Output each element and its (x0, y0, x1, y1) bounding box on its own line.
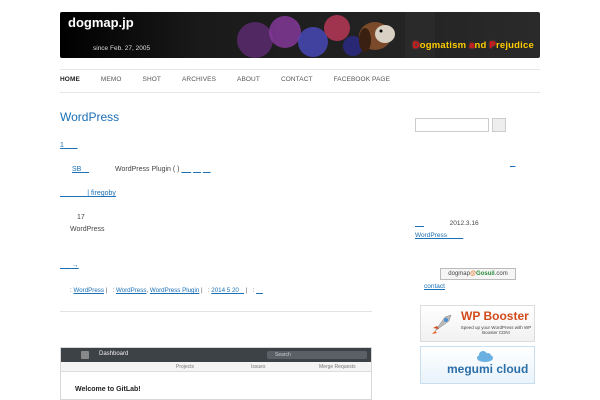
gitlab-screenshot: Dashboard Search Projects Issues Merge R… (60, 347, 372, 400)
nav-memo[interactable]: MEMO (101, 76, 122, 83)
gitlab-topbar: Dashboard Search (61, 348, 371, 362)
search-button[interactable] (492, 118, 506, 132)
post-title[interactable]: WordPress (60, 110, 372, 124)
nav-about[interactable]: ABOUT (237, 76, 260, 83)
sidebar-entry: 2012.3.16 (415, 220, 479, 227)
gosuil-badge[interactable]: dogmap@Gosuil.com (440, 268, 516, 280)
post-divider (60, 311, 372, 312)
post: WordPress 1 SB WordPress Plugin ( ) | fi… (60, 110, 372, 294)
date-link[interactable]: 2014 5 20 (211, 287, 239, 294)
sidebar-entry-link[interactable] (415, 220, 424, 227)
banner-image (237, 12, 435, 58)
sidebar-wp-link[interactable]: WordPress (415, 232, 447, 239)
post-number: 17 (77, 214, 85, 221)
gitlab-tab-merge-requests: Merge Requests (319, 364, 356, 370)
nav-contact[interactable]: CONTACT (281, 76, 313, 83)
category-link[interactable]: WordPress (73, 287, 104, 294)
tag-link-wordpress-plugin[interactable]: WordPress Plugin (150, 287, 199, 294)
gitlab-tabs: Projects Issues Merge Requests (61, 362, 371, 372)
cloud-icon (477, 351, 493, 362)
more-line: → (60, 262, 79, 269)
wp-booster-subtitle: Speed up your WordPress with WP Booster … (460, 325, 532, 335)
more-link[interactable]: → (60, 262, 79, 269)
gitlab-logo-icon (81, 351, 89, 359)
nav-archives[interactable]: ARCHIVES (182, 76, 216, 83)
megumi-cloud-banner[interactable]: megumi cloud (420, 346, 535, 384)
nav-home[interactable]: HOME (60, 76, 80, 83)
sidebar-date: 2012.3.16 (449, 220, 479, 227)
date-link-tail[interactable] (239, 287, 244, 294)
search-input[interactable] (415, 118, 489, 132)
contact-link[interactable]: contact (424, 283, 445, 290)
since-text: since Feb. 27, 2005 (93, 45, 151, 52)
wp-booster-banner[interactable]: WP Booster Speed up your WordPress with … (420, 305, 535, 342)
plugin-link[interactable] (181, 166, 191, 173)
sidebar-wp-line: WordPress (415, 232, 463, 239)
plugin-link-3[interactable] (203, 166, 211, 173)
contact-line: contact (424, 283, 445, 290)
megumi-cloud-title: megumi cloud (447, 362, 529, 376)
wp-booster-title: WP Booster (461, 309, 529, 323)
sb-link-underline[interactable] (81, 166, 89, 173)
gitlab-welcome: Welcome to GitLab! (75, 386, 141, 393)
sidebar-wp-link-tail[interactable] (447, 232, 463, 239)
main-nav: HOME MEMO SHOT ARCHIVES ABOUT CONTACT FA… (60, 76, 411, 83)
comments-link[interactable] (256, 287, 263, 294)
firegoby-link-prefix[interactable] (60, 190, 87, 197)
nav-divider-bottom (60, 92, 540, 93)
nav-shot[interactable]: SHOT (143, 76, 161, 83)
gitlab-tab-projects: Projects (176, 364, 195, 370)
tagline: Dogmatism and Prejudice (412, 40, 534, 51)
post-line-1: 1 (60, 142, 78, 149)
site-title[interactable]: dogmap.jp (68, 15, 134, 30)
post-meta: : WordPress | : WordPress, WordPress Plu… (70, 287, 263, 294)
plugin-link-2[interactable] (193, 166, 201, 173)
post-line-3: | firegoby (60, 190, 116, 197)
post-wp-text: WordPress (70, 226, 105, 233)
header-banner[interactable]: dogmap.jp since Feb. 27, 2005 Dogmatism … (60, 12, 540, 58)
post-link-1-underline[interactable] (64, 142, 78, 149)
sidebar-link-top[interactable] (510, 160, 515, 167)
tag-link-wordpress[interactable]: WordPress (116, 287, 147, 294)
post-line-2: SB WordPress Plugin ( ) (72, 166, 211, 173)
firegoby-link[interactable]: | firegoby (87, 190, 116, 197)
gitlab-tab-issues: Issues (251, 364, 266, 370)
plugin-text: WordPress Plugin ( ) (115, 166, 180, 173)
nav-facebook-page[interactable]: FACEBOOK PAGE (334, 76, 390, 83)
sb-link[interactable]: SB (72, 166, 81, 173)
rocket-icon (432, 314, 452, 334)
gitlab-dashboard-label: Dashboard (99, 351, 129, 357)
nav-divider-top (60, 69, 540, 70)
gitlab-search-input: Search (267, 351, 367, 359)
